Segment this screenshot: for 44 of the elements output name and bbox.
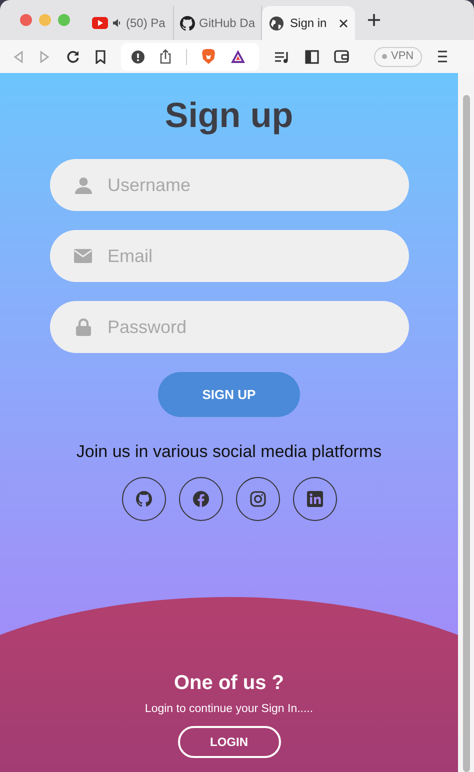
vpn-button[interactable]: VPN: [374, 46, 422, 66]
lock-icon: [76, 318, 90, 336]
facebook-icon: [192, 490, 208, 506]
sidebar-icon[interactable]: [305, 50, 319, 64]
menu-icon[interactable]: [436, 50, 448, 63]
share-icon[interactable]: [159, 49, 172, 64]
input-field[interactable]: Email: [50, 230, 408, 282]
speaker-icon[interactable]: [112, 18, 122, 28]
input-field[interactable]: Username: [50, 159, 408, 211]
user-icon: [74, 176, 92, 194]
close-tab-icon[interactable]: [339, 18, 348, 28]
bookmark-icon[interactable]: [95, 50, 106, 64]
social-link[interactable]: [236, 476, 280, 520]
cat-silhouette-icon: [180, 16, 195, 30]
instagram-icon: [250, 490, 266, 506]
input-field[interactable]: Password: [50, 301, 408, 353]
close-window-icon[interactable]: [20, 14, 32, 26]
github-icon: [136, 490, 152, 506]
scrollbar-thumb[interactable]: [462, 95, 470, 772]
panel-text: Login to continue your Sign In.....: [144, 702, 314, 717]
browser-tab[interactable]: Sign in: [262, 6, 356, 40]
social-link[interactable]: [122, 476, 166, 520]
page-title: Sign up: [164, 95, 294, 137]
globe-icon: [269, 16, 284, 30]
social-link[interactable]: [178, 476, 222, 520]
triangle-icon[interactable]: [230, 49, 246, 64]
address-bar[interactable]: [121, 42, 259, 70]
tab-title: GitHub Da: [199, 15, 256, 32]
playlist-icon[interactable]: [274, 50, 290, 64]
play-icon: [92, 17, 108, 29]
envelope-icon: [74, 249, 92, 263]
tab-title: Sign in: [290, 15, 327, 32]
new-tab-icon[interactable]: [367, 13, 382, 27]
linkedin-icon: [306, 490, 322, 506]
wallet-icon[interactable]: [334, 50, 349, 63]
panel-heading: One of us ?: [174, 671, 284, 695]
tab-title: (50) Pa: [126, 15, 166, 32]
login-button[interactable]: LOGIN: [178, 726, 280, 758]
sign-up-button[interactable]: SIGN UP: [158, 372, 300, 417]
lion-shield-icon[interactable]: [201, 48, 216, 65]
alert-icon: [131, 50, 145, 64]
social-link[interactable]: [292, 476, 336, 520]
reload-icon[interactable]: [66, 50, 80, 64]
social-prompt: Join us in various social media platforms: [76, 441, 382, 463]
